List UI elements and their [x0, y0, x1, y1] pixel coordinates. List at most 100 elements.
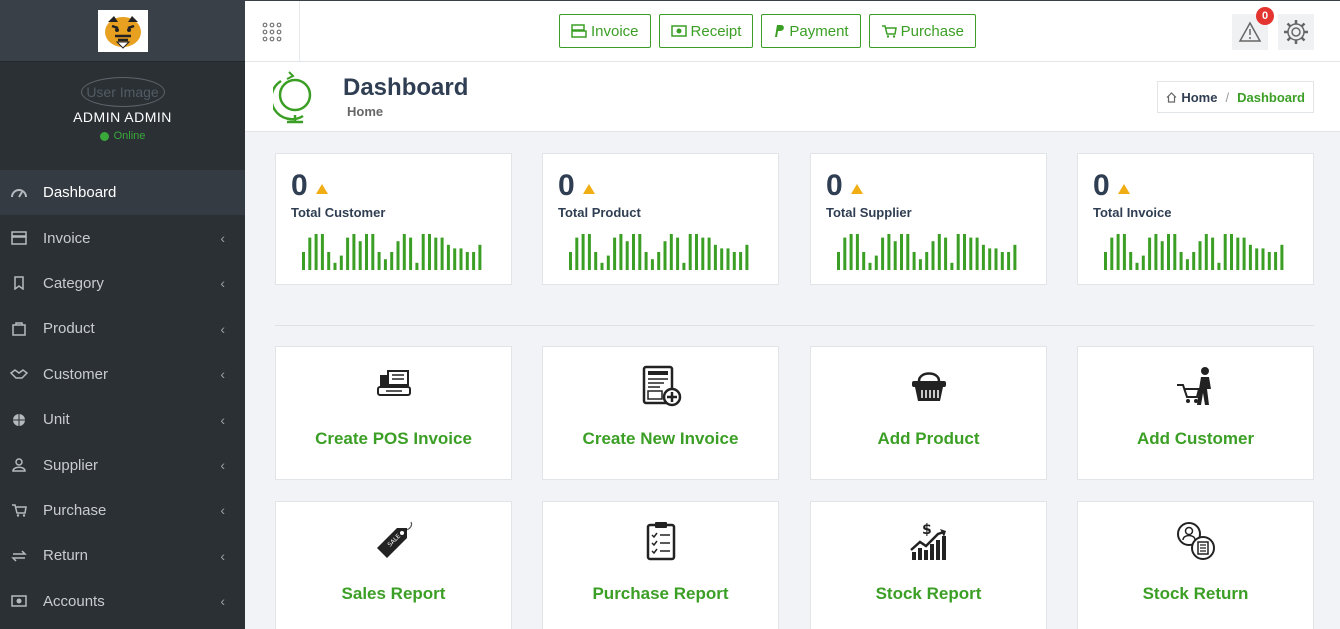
- stat-label: Total Supplier: [826, 205, 912, 220]
- sparkline-bar: [1013, 244, 1017, 270]
- sidebar-item-accounts[interactable]: Accounts ‹: [0, 579, 245, 624]
- sparkline-bar: [581, 234, 585, 270]
- stat-value: 0: [1093, 169, 1110, 202]
- sparkline-bar: [1110, 237, 1114, 270]
- sparkline-bar: [981, 244, 985, 270]
- sidebar-item-purchase[interactable]: Purchase ‹: [0, 488, 245, 533]
- sparkline-bar: [333, 262, 337, 270]
- triangle-up-icon: [851, 184, 863, 194]
- page-subtitle: Home: [347, 104, 384, 119]
- sparkline-bar: [1236, 237, 1240, 270]
- printer-icon: [10, 231, 28, 245]
- sparkline-chart: [837, 234, 1017, 270]
- sparkline-bar: [918, 259, 922, 270]
- sparkline-bar: [459, 248, 463, 270]
- page-header: Dashboard Home Home / Dashboard: [245, 62, 1340, 132]
- apps-grid-button[interactable]: [245, 1, 300, 62]
- sparkline-bar: [327, 252, 331, 270]
- add-customer-tile[interactable]: Add Customer: [1077, 346, 1314, 480]
- sparkline-bar: [1122, 234, 1126, 270]
- sidebar-item-dashboard[interactable]: Dashboard: [0, 170, 245, 216]
- receipt-button[interactable]: Receipt: [658, 14, 754, 48]
- sparkline-bar: [415, 262, 419, 270]
- user-document-icon: [1078, 520, 1313, 562]
- sparkline-bar: [701, 237, 705, 270]
- add-product-tile[interactable]: Add Product: [810, 346, 1047, 480]
- gear-icon: [1284, 20, 1308, 44]
- sparkline-bar: [1167, 234, 1170, 270]
- sidebar-item-label: Invoice: [43, 229, 91, 247]
- create-pos-invoice-tile[interactable]: Create POS Invoice: [275, 346, 512, 480]
- sparkline-bar: [1135, 262, 1139, 270]
- sidebar-item-label: Accounts: [43, 592, 105, 610]
- sparkline-bar: [663, 241, 667, 270]
- breadcrumb-home-label: Home: [1181, 89, 1218, 105]
- receipt-button-label: Receipt: [690, 22, 742, 40]
- sparkline-bar: [308, 237, 312, 270]
- sparkline-chart: [569, 234, 749, 270]
- purchase-button[interactable]: Purchase: [868, 14, 976, 48]
- chevron-left-icon: ‹: [220, 593, 225, 610]
- user-name: ADMIN ADMIN: [73, 109, 172, 125]
- payment-button[interactable]: Payment: [761, 14, 861, 48]
- sparkline-bar: [1141, 255, 1145, 270]
- sparkline-bar: [1160, 241, 1164, 270]
- settings-button[interactable]: [1278, 14, 1314, 50]
- chevron-left-icon: ‹: [220, 320, 225, 337]
- tile-label: Stock Return: [1142, 584, 1249, 603]
- sale-tag-icon: SALE: [276, 520, 511, 562]
- sidebar-item-return[interactable]: Return ‹: [0, 533, 245, 578]
- sparkline-bar: [446, 244, 450, 270]
- triangle-up-icon: [316, 184, 328, 194]
- sidebar-item-supplier[interactable]: Supplier ‹: [0, 442, 245, 487]
- sidebar-item-customer[interactable]: Customer ‹: [0, 352, 245, 397]
- user-status: Online: [99, 130, 145, 142]
- tile-label: Add Customer: [1136, 429, 1255, 448]
- sparkline-bar: [638, 234, 642, 270]
- sparkline-bar: [1007, 252, 1011, 270]
- sparkline-bar: [849, 234, 853, 270]
- sparkline-bar: [994, 248, 998, 270]
- breadcrumb-home[interactable]: Home: [1166, 90, 1217, 105]
- sparkline-bar: [937, 234, 941, 270]
- sales-report-tile[interactable]: SALE Sales Report: [275, 501, 512, 629]
- tile-label: Add Product: [877, 429, 980, 448]
- sparkline-bar: [868, 262, 872, 270]
- sidebar-item-invoice[interactable]: Invoice ‹: [0, 215, 245, 260]
- invoice-button[interactable]: Invoice: [559, 14, 651, 48]
- clipboard-checklist-icon: [543, 520, 778, 562]
- sidebar-item-unit[interactable]: Unit ‹: [0, 397, 245, 442]
- alert-count-badge: 0: [1256, 7, 1274, 25]
- shopper-cart-icon: [1078, 365, 1313, 407]
- stock-return-tile[interactable]: Stock Return: [1077, 501, 1314, 629]
- sparkline-bar: [912, 252, 916, 270]
- user-icon: [10, 458, 28, 472]
- sparkline-bar: [625, 241, 629, 270]
- sparkline-bar: [632, 234, 635, 270]
- chevron-left-icon: ‹: [220, 547, 225, 564]
- cart-icon: [881, 25, 897, 38]
- stat-label: Total Customer: [291, 205, 386, 220]
- sparkline-bar: [1230, 234, 1233, 270]
- sparkline-chart: [302, 234, 482, 270]
- purchase-report-tile[interactable]: Purchase Report: [542, 501, 779, 629]
- sparkline-bar: [314, 234, 318, 270]
- invoice-button-label: Invoice: [591, 22, 639, 40]
- tiger-logo[interactable]: [97, 9, 148, 52]
- sparkline-bar: [478, 244, 482, 270]
- create-new-invoice-tile[interactable]: Create New Invoice: [542, 346, 779, 480]
- tile-label: Create New Invoice: [582, 429, 739, 448]
- sparkline-bar: [1280, 244, 1284, 270]
- sidebar-item-product[interactable]: Product ‹: [0, 306, 245, 351]
- sparkline-bar: [1198, 241, 1202, 270]
- sparkline-bar: [988, 248, 992, 270]
- sparkline-bar: [575, 237, 579, 270]
- sparkline-bar: [1185, 259, 1189, 270]
- logo-bar: [0, 0, 245, 62]
- stat-card-invoice: 0 Total Invoice: [1077, 153, 1314, 285]
- sidebar-item-category[interactable]: Category ‹: [0, 261, 245, 306]
- stock-report-tile[interactable]: $ Stock Report: [810, 501, 1047, 629]
- sparkline-bar: [944, 237, 948, 270]
- chevron-left-icon: ‹: [220, 411, 225, 428]
- sparkline-bar: [732, 252, 736, 270]
